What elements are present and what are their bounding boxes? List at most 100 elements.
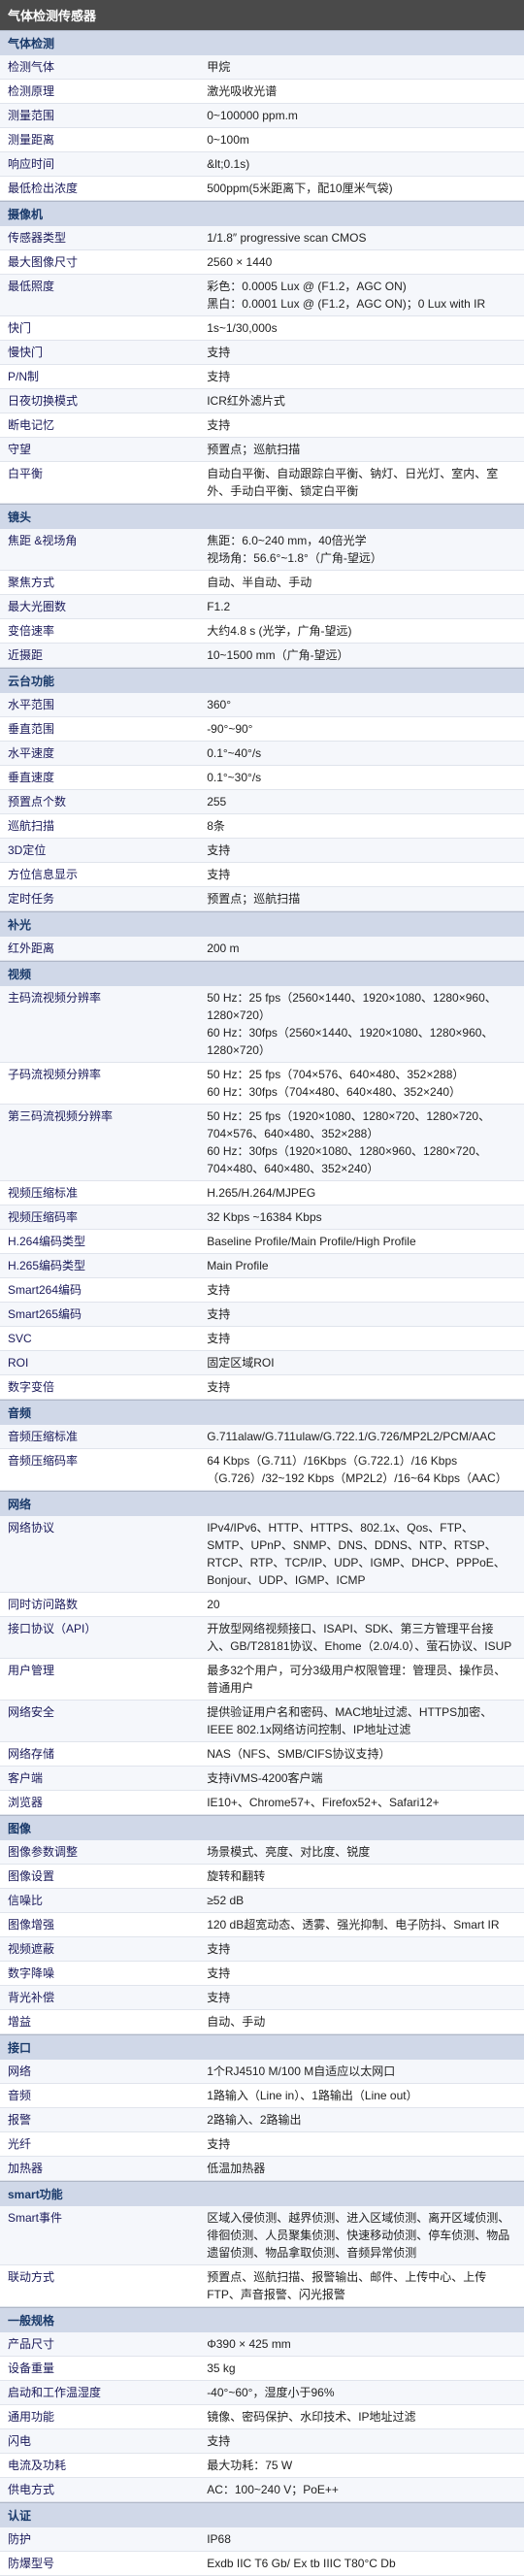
table-row: 测量距离0~100m (0, 128, 524, 152)
section-table-4: 红外距离200 m (0, 937, 524, 961)
row-value: 支持 (199, 1986, 524, 2010)
row-value: 支持 (199, 2132, 524, 2157)
table-row: 主码流视频分辨率50 Hz：25 fps（2560×1440、1920×1080… (0, 986, 524, 1063)
row-value: 场景模式、亮度、对比度、锐度 (199, 1840, 524, 1865)
row-label: 信噪比 (0, 1889, 199, 1913)
row-value: 开放型网络视频接口、ISAPI、SDK、第三方管理平台接入、GB/T28181协… (199, 1617, 524, 1659)
row-value: 10~1500 mm（广角-望远） (199, 644, 524, 668)
row-label: 变倍速率 (0, 619, 199, 644)
row-label: 响应时间 (0, 152, 199, 177)
row-value: Baseline Profile/Main Profile/High Profi… (199, 1230, 524, 1254)
row-value: Main Profile (199, 1254, 524, 1278)
row-value: 1路输入（Line in）、1路输出（Line out） (199, 2084, 524, 2108)
row-value: 支持 (199, 1303, 524, 1327)
table-row: 最大光圈数F1.2 (0, 595, 524, 619)
table-row: 子码流视频分辨率50 Hz：25 fps（704×576、640×480、352… (0, 1063, 524, 1105)
table-row: 防护IP68 (0, 2527, 524, 2552)
table-row: 慢快门支持 (0, 341, 524, 365)
table-row: 图像增强120 dB超宽动态、透雾、强光抑制、电子防抖、Smart IR (0, 1913, 524, 1937)
row-label: 最大图像尺寸 (0, 250, 199, 275)
section-6: 音频音频压缩标准G.711alaw/G.711ulaw/G.722.1/G.72… (0, 1400, 524, 1491)
table-row: H.265编码类型Main Profile (0, 1254, 524, 1278)
row-value: 旋转和翻转 (199, 1865, 524, 1889)
table-row: 用户管理最多32个用户，可分3级用户权限管理：管理员、操作员、普通用户 (0, 1659, 524, 1701)
section-11: 一般规格产品尺寸Φ390 × 425 mm设备重量35 kg启动和工作温湿度-4… (0, 2307, 524, 2502)
row-value: ≥52 dB (199, 1889, 524, 1913)
row-value: 64 Kbps（G.711）/16Kbps（G.722.1）/16 Kbps（G… (199, 1449, 524, 1491)
row-label: H.265编码类型 (0, 1254, 199, 1278)
table-row: 网络安全提供验证用户名和密码、MAC地址过滤、HTTPS加密、IEEE 802.… (0, 1701, 524, 1742)
row-label: 最低照度 (0, 275, 199, 316)
row-label: 供电方式 (0, 2478, 199, 2502)
row-value: 0~100m (199, 128, 524, 152)
row-value: 200 m (199, 937, 524, 961)
table-row: 报警2路输入、2路输出 (0, 2108, 524, 2132)
table-row: Smart事件区域入侵侦测、越界侦测、进入区域侦测、离开区域侦测、徘徊侦测、人员… (0, 2206, 524, 2265)
row-label: Smart264编码 (0, 1278, 199, 1303)
section-header-10: smart功能 (0, 2181, 524, 2206)
section-header-6: 音频 (0, 1400, 524, 1425)
row-value: G.711alaw/G.711ulaw/G.722.1/G.726/MP2L2/… (199, 1425, 524, 1449)
row-label: 子码流视频分辨率 (0, 1063, 199, 1105)
section-table-10: Smart事件区域入侵侦测、越界侦测、进入区域侦测、离开区域侦测、徘徊侦测、人员… (0, 2206, 524, 2307)
table-row: 设备重量35 kg (0, 2357, 524, 2381)
row-value: 支持 (199, 1375, 524, 1400)
row-label: 垂直范围 (0, 717, 199, 742)
row-value: 0~100000 ppm.m (199, 104, 524, 128)
row-value: 1s~1/30,000s (199, 316, 524, 341)
section-2: 镜头焦距 &视场角焦距：6.0~240 mm，40倍光学视场角：56.6°~1.… (0, 504, 524, 668)
table-row: 电流及功耗最大功耗：75 W (0, 2454, 524, 2478)
row-label: 视频遮蔽 (0, 1937, 199, 1962)
section-8: 图像图像参数调整场景模式、亮度、对比度、锐度图像设置旋转和翻转信噪比≥52 dB… (0, 1815, 524, 2034)
table-row: 变倍速率大约4.8 s (光学，广角-望远) (0, 619, 524, 644)
row-label: 传感器类型 (0, 226, 199, 250)
section-0: 气体检测检测气体甲烷检测原理激光吸收光谱测量范围0~100000 ppm.m测量… (0, 30, 524, 201)
table-row: 网络1个RJ4510 M/100 M自适应以太网口 (0, 2060, 524, 2084)
row-value: 8条 (199, 814, 524, 839)
row-value: 彩色：0.0005 Lux @ (F1.2，AGC ON)黑白：0.0001 L… (199, 275, 524, 316)
table-row: 浏览器IE10+、Chrome57+、Firefox52+、Safari12+ (0, 1791, 524, 1815)
section-header-4: 补光 (0, 911, 524, 937)
row-value: 支持 (199, 839, 524, 863)
table-row: 网络存储NAS（NFS、SMB/CIFS协议支持） (0, 1742, 524, 1767)
row-label: 日夜切换模式 (0, 389, 199, 413)
row-value: 0.1°~40°/s (199, 742, 524, 766)
section-table-0: 检测气体甲烷检测原理激光吸收光谱测量范围0~100000 ppm.m测量距离0~… (0, 55, 524, 201)
row-label: 慢快门 (0, 341, 199, 365)
section-header-5: 视频 (0, 961, 524, 986)
row-value: 预置点；巡航扫描 (199, 887, 524, 911)
row-value: ICR红外滤片式 (199, 389, 524, 413)
row-label: 启动和工作温湿度 (0, 2381, 199, 2405)
table-row: 聚焦方式自动、半自动、手动 (0, 571, 524, 595)
table-row: 接口协议（API）开放型网络视频接口、ISAPI、SDK、第三方管理平台接入、G… (0, 1617, 524, 1659)
section-table-12: 防护IP68防爆型号Exdb IIC T6 Gb/ Ex tb IIIC T80… (0, 2527, 524, 2576)
table-row: 定时任务预置点；巡航扫描 (0, 887, 524, 911)
table-row: 传感器类型1/1.8″ progressive scan CMOS (0, 226, 524, 250)
row-label: 同时访问路数 (0, 1593, 199, 1617)
row-label: ROI (0, 1351, 199, 1375)
table-row: 增益自动、手动 (0, 2010, 524, 2034)
row-label: 加热器 (0, 2157, 199, 2181)
row-value: 50 Hz：25 fps（2560×1440、1920×1080、1280×96… (199, 986, 524, 1063)
section-table-1: 传感器类型1/1.8″ progressive scan CMOS最大图像尺寸2… (0, 226, 524, 504)
row-value: 支持 (199, 2429, 524, 2454)
section-table-8: 图像参数调整场景模式、亮度、对比度、锐度图像设置旋转和翻转信噪比≥52 dB图像… (0, 1840, 524, 2034)
row-label: P/N制 (0, 365, 199, 389)
row-value: 120 dB超宽动态、透雾、强光抑制、电子防抖、Smart IR (199, 1913, 524, 1937)
row-value: 区域入侵侦测、越界侦测、进入区域侦测、离开区域侦测、徘徊侦测、人员聚集侦测、快速… (199, 2206, 524, 2265)
table-row: 数字变倍支持 (0, 1375, 524, 1400)
row-value: 0.1°~30°/s (199, 766, 524, 790)
row-value: 360° (199, 693, 524, 717)
row-value: 自动、半自动、手动 (199, 571, 524, 595)
row-label: 通用功能 (0, 2405, 199, 2429)
table-row: 日夜切换模式ICR红外滤片式 (0, 389, 524, 413)
section-10: smart功能Smart事件区域入侵侦测、越界侦测、进入区域侦测、离开区域侦测、… (0, 2181, 524, 2307)
table-row: 巡航扫描8条 (0, 814, 524, 839)
section-9: 接口网络1个RJ4510 M/100 M自适应以太网口音频1路输入（Line i… (0, 2034, 524, 2181)
row-value: F1.2 (199, 595, 524, 619)
section-table-2: 焦距 &视场角焦距：6.0~240 mm，40倍光学视场角：56.6°~1.8°… (0, 529, 524, 668)
row-label: 测量距离 (0, 128, 199, 152)
row-label: 网络协议 (0, 1516, 199, 1593)
row-value: 预置点；巡航扫描 (199, 438, 524, 462)
row-value: 支持 (199, 341, 524, 365)
